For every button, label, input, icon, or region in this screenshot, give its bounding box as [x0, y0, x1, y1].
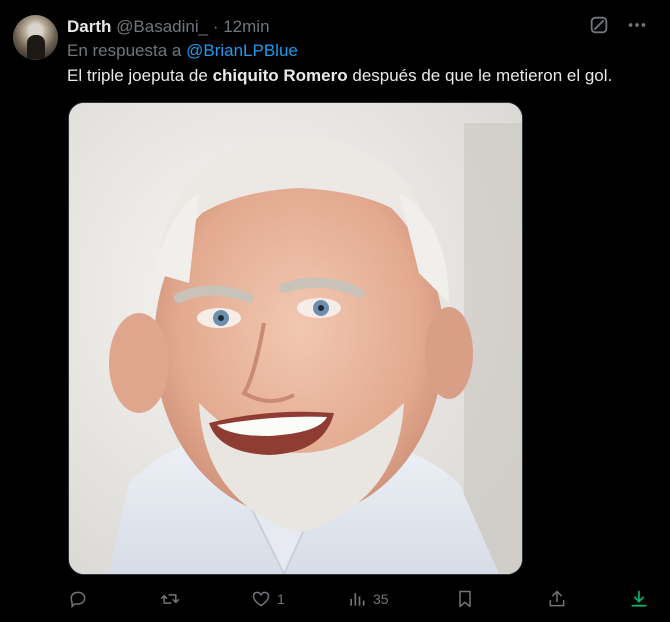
like-button[interactable]: 1 [251, 584, 285, 614]
timestamp[interactable]: 12min [223, 17, 269, 36]
bookmark-button[interactable] [455, 584, 475, 614]
separator-dot: · [212, 17, 219, 36]
tweet-header: Darth @Basadini_ · 12min [67, 16, 270, 38]
tweet-text-bold: chiquito Romero [212, 66, 348, 85]
handle[interactable]: @Basadini_ [116, 17, 208, 36]
bookmark-icon [455, 589, 475, 609]
like-count: 1 [277, 591, 285, 607]
grok-icon[interactable] [588, 14, 610, 36]
tweet-text-start: El triple joeputa de [67, 66, 208, 85]
download-button[interactable] [629, 584, 649, 614]
more-icon[interactable] [626, 14, 648, 36]
retweet-icon [160, 589, 180, 609]
like-icon [251, 589, 271, 609]
tweet-media-photo[interactable] [68, 102, 523, 575]
top-actions [588, 14, 648, 36]
avatar[interactable] [13, 15, 58, 60]
download-icon [629, 589, 649, 609]
tweet[interactable]: Darth @Basadini_ · 12min En respuesta a … [0, 0, 670, 622]
retweet-button[interactable] [160, 584, 186, 614]
reply-context: En respuesta a @BrianLPBlue [67, 40, 298, 62]
views-button[interactable]: 35 [347, 584, 389, 614]
display-name[interactable]: Darth [67, 17, 111, 36]
tweet-text-end: después de que le metieron el gol. [352, 66, 613, 85]
reply-prefix: En respuesta a [67, 41, 182, 60]
tweet-actions: 1 35 [56, 584, 662, 614]
share-button[interactable] [547, 584, 567, 614]
reply-mention-link[interactable]: @BrianLPBlue [186, 41, 298, 60]
reply-button[interactable] [68, 584, 94, 614]
tweet-text: El triple joeputa de chiquito Romero des… [67, 64, 612, 88]
reply-icon [68, 589, 88, 609]
views-count: 35 [373, 591, 389, 607]
views-icon [347, 589, 367, 609]
share-icon [547, 589, 567, 609]
